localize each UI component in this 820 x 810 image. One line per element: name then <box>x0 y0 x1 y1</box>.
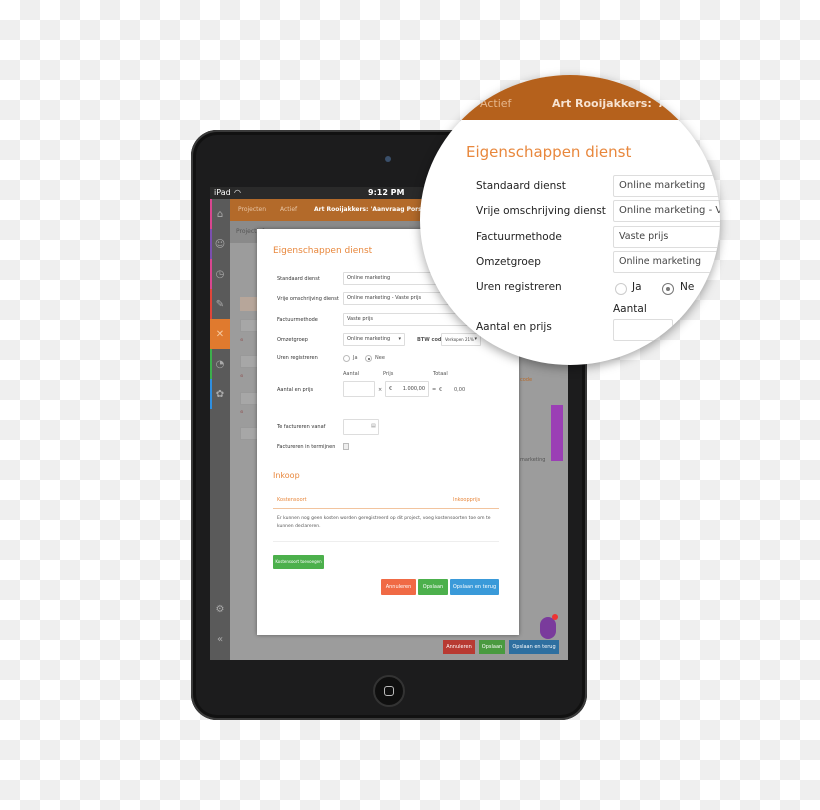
label-te-factureren-vanaf: Te factureren vanaf <box>277 424 326 430</box>
magnifier-input-omzetgroep: Online marketing <box>613 251 720 273</box>
sidebar-nav: ⌂ ☺ ◷ ✎ ✕ ◔ ✿ ⚙ « <box>210 199 230 660</box>
chat-icon[interactable] <box>540 617 556 639</box>
settings-icon[interactable]: ⚙ <box>210 594 230 624</box>
magnifier-title: Eigenschappen dienst <box>466 143 632 161</box>
carrier-label: iPad <box>214 188 231 197</box>
bg-error: ⊙ <box>240 337 244 342</box>
label-factuurmethode: Factuurmethode <box>277 317 318 323</box>
status-time: 9:12 PM <box>368 188 405 197</box>
chat-badge <box>552 614 558 620</box>
bg-error: ⊙ <box>240 409 244 414</box>
label-omzetgroep: Omzetgroep <box>277 337 308 343</box>
home-button[interactable] <box>373 675 405 707</box>
users-icon[interactable]: ☺ <box>210 229 230 259</box>
kostensoort-toevoegen-button[interactable]: Kostensoort toevoegen <box>273 555 324 569</box>
magnifier-radio-nee-label: Ne <box>680 281 695 293</box>
radio-ja[interactable] <box>343 355 350 362</box>
label-vrije-omschrijving: Vrije omschrijving dienst <box>277 296 339 302</box>
radio-nee-label: Nee <box>375 355 385 361</box>
magnifier-label-vrije: Vrije omschrijving dienst <box>476 205 606 217</box>
magnifier-col-aantal: Aantal <box>613 303 647 315</box>
edit-icon[interactable]: ✎ <box>210 289 230 319</box>
prijs-input[interactable]: € 1.000,00 <box>385 381 429 397</box>
aantal-input[interactable] <box>343 381 375 397</box>
magnifier-label-standaard: Standaard dienst <box>476 180 566 192</box>
col-prijs: Prijs <box>383 371 394 377</box>
camera <box>385 156 391 162</box>
magnifier-label-factuurmethode: Factuurmethode <box>476 231 562 243</box>
label-factureren-in-termijnen: Factureren in termijnen <box>277 444 336 450</box>
totaal-value: 0,00 <box>454 387 466 393</box>
totaal-currency: € <box>439 387 443 393</box>
label-aantal-en-prijs: Aantal en prijs <box>277 387 314 393</box>
opslaan-en-terug-button[interactable]: Opslaan en terug <box>450 579 499 595</box>
calendar-icon[interactable]: ▤ <box>371 423 376 429</box>
magnifier-breadcrumb-actief: Actief <box>480 97 512 110</box>
magnifier-input-vrije: Online marketing - V <box>613 200 720 222</box>
magnifier-breadcrumb: Actief Art Rooijakkers: 'Aan <box>420 75 720 120</box>
magnifier-callout: Actief Art Rooijakkers: 'Aan Eigenschapp… <box>420 75 720 365</box>
magnifier-breadcrumb-project: Art Rooijakkers: 'Aan <box>552 97 683 110</box>
bg-code-label: code <box>520 377 533 383</box>
opslaan-button[interactable]: Opslaan <box>418 579 448 595</box>
magnifier-input-standaard: Online marketing <box>613 175 720 197</box>
piggy-bank-icon[interactable]: ✿ <box>210 379 230 409</box>
magnifier-input-aantal <box>613 319 673 341</box>
timer-icon[interactable]: ◔ <box>210 349 230 379</box>
inkoop-divider <box>273 508 499 509</box>
magnifier-label-uren: Uren registreren <box>476 281 562 293</box>
col-kostensoort: Kostensoort <box>277 497 307 503</box>
radio-ja-label: Ja <box>353 355 358 361</box>
magnifier-label-aantal: Aantal en prijs <box>476 321 552 333</box>
col-totaal: Totaal <box>433 371 448 377</box>
annuleren-button[interactable]: Annuleren <box>381 579 416 595</box>
inkoop-divider-bottom <box>273 541 499 542</box>
breadcrumb-projecten[interactable]: Projecten <box>238 199 266 221</box>
bg-opslaan-button[interactable]: Opslaan <box>479 640 505 654</box>
btw-code-select[interactable]: Verkopen 21% <box>441 333 481 346</box>
collapse-icon[interactable]: « <box>210 624 230 654</box>
magnifier-radio-ja-label: Ja <box>632 281 642 293</box>
radio-nee[interactable] <box>365 355 372 362</box>
prijs-currency: € <box>389 386 393 392</box>
termijnen-checkbox[interactable] <box>343 443 349 450</box>
inkoop-empty-note: Er kunnen nog geen kosten worden geregis… <box>277 516 491 529</box>
modal-title: Eigenschappen dienst <box>273 246 373 256</box>
home-icon[interactable]: ⌂ <box>210 199 230 229</box>
magnifier-label-omzetgroep: Omzetgroep <box>476 256 541 268</box>
col-inkoopprijs: Inkoopprijs <box>453 497 481 503</box>
side-feedback-tab[interactable] <box>551 405 563 461</box>
clock-icon[interactable]: ◷ <box>210 259 230 289</box>
bg-opslaan-en-terug-button[interactable]: Opslaan en terug <box>509 640 559 654</box>
times-sign: × <box>378 387 383 393</box>
magnifier-input-factuurmethode: Vaste prijs <box>613 226 720 248</box>
bg-error: ⊙ <box>240 373 244 378</box>
inkoop-title: Inkoop <box>273 471 300 480</box>
magnifier-radio-ja <box>615 283 627 295</box>
bg-annuleren-button[interactable]: Annuleren <box>443 640 475 654</box>
tools-icon[interactable]: ✕ <box>210 319 230 349</box>
label-standaard-dienst: Standaard dienst <box>277 276 320 282</box>
omzetgroep-select[interactable]: Online marketing <box>343 333 405 346</box>
label-uren-registreren: Uren registreren <box>277 355 318 361</box>
equals-sign: = <box>432 387 437 393</box>
prijs-value: 1.000,00 <box>402 386 425 392</box>
col-aantal: Aantal <box>343 371 360 377</box>
breadcrumb-actief[interactable]: Actief <box>280 199 297 221</box>
wifi-icon: ◠ <box>234 188 241 197</box>
bg-marketing-label: marketing <box>520 457 546 463</box>
magnifier-radio-nee <box>662 283 674 295</box>
